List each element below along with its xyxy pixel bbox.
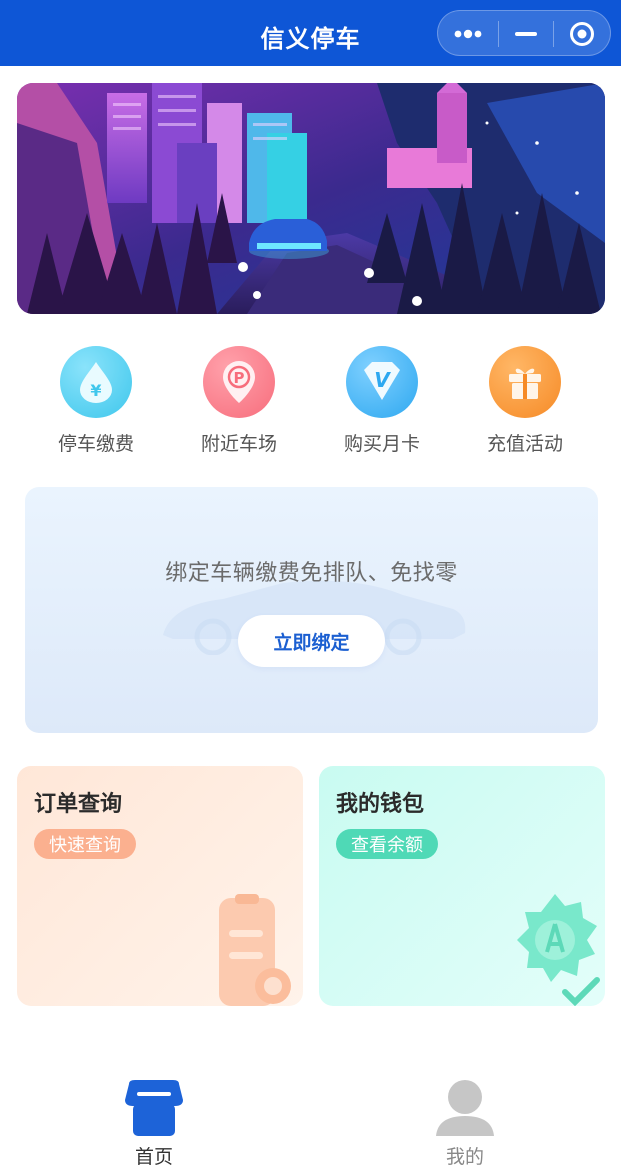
tab-label: 首页 xyxy=(134,1146,173,1168)
mini-program-capsule xyxy=(437,10,611,56)
more-button[interactable] xyxy=(438,11,498,57)
yen-drop-icon: ¥ xyxy=(60,346,132,418)
entry-label: 充值活动 xyxy=(486,433,563,455)
bind-promo-text: 绑定车辆缴费免排队、免找零 xyxy=(165,561,458,586)
diamond-v-icon: V xyxy=(346,346,418,418)
entry-monthly-card[interactable]: V 购买月卡 xyxy=(327,346,437,456)
entry-recharge-activity[interactable]: 充值活动 xyxy=(470,346,580,456)
entry-nearby-parking[interactable]: P 附近车场 xyxy=(184,346,294,456)
order-query-card[interactable]: 订单查询 快速查询 xyxy=(17,766,303,1006)
gift-box-icon xyxy=(489,346,561,418)
navigation-bar: 信义停车 xyxy=(0,0,621,66)
my-wallet-card[interactable]: 我的钱包 查看余额 xyxy=(319,766,605,1006)
user-profile-icon xyxy=(436,1080,494,1136)
store-home-icon xyxy=(125,1080,183,1136)
bind-vehicle-card: 绑定车辆缴费免排队、免找零 立即绑定 xyxy=(25,487,598,733)
close-button[interactable] xyxy=(553,11,611,57)
quick-query-tag[interactable]: 快速查询 xyxy=(34,829,136,859)
receipt-clipboard-icon xyxy=(219,894,291,1006)
svg-text:P: P xyxy=(234,369,245,387)
more-dots-icon xyxy=(454,29,482,39)
entry-parking-payment[interactable]: ¥ 停车缴费 xyxy=(41,346,151,456)
badge-medal-icon xyxy=(517,894,600,1006)
card-title: 订单查询 xyxy=(34,792,123,817)
tab-mine[interactable]: 我的 xyxy=(425,1078,505,1169)
svg-text:V: V xyxy=(374,368,391,392)
home-page: 信义停车 ¥ 停车缴费 P 附近车场 V 购买月卡 充值活动 绑定车辆缴费免排队… xyxy=(0,0,621,1170)
svg-text:¥: ¥ xyxy=(90,381,101,400)
check-balance-tag[interactable]: 查看余额 xyxy=(336,829,438,859)
city-night-car-illustration xyxy=(17,83,605,314)
tab-label: 我的 xyxy=(445,1146,484,1168)
bind-now-button[interactable]: 立即绑定 xyxy=(238,615,385,667)
tab-home[interactable]: 首页 xyxy=(114,1078,194,1169)
card-title: 我的钱包 xyxy=(336,792,425,817)
parking-pin-icon: P xyxy=(203,346,275,418)
entry-label: 附近车场 xyxy=(200,433,277,455)
minimize-icon xyxy=(514,32,537,36)
target-close-icon xyxy=(570,22,594,46)
banner-image[interactable] xyxy=(17,83,605,314)
entry-label: 停车缴费 xyxy=(57,433,134,455)
minimize-button[interactable] xyxy=(498,11,553,57)
entry-label: 购买月卡 xyxy=(343,433,420,455)
